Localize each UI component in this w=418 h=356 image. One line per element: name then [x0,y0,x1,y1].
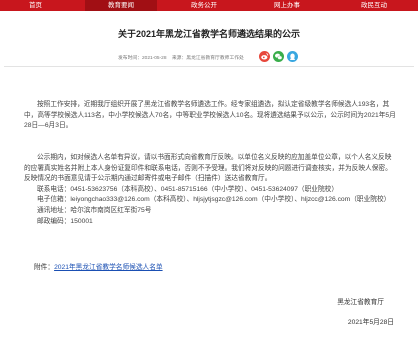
title-divider [4,66,414,67]
paragraph-intro: 按照工作安排，近期我厅组织开展了黑龙江省教学名师遴选工作。经专家组遴选，拟认定省… [24,101,396,130]
article-source: 来源：黑龙江省教育厅教师工作处 [171,56,244,61]
contact-address: 通讯地址：哈尔滨市南岗区红军街75号 [37,206,152,214]
article-meta: 发布时间：2021-05-28 来源：黑龙江省教育厅教师工作处 [0,50,418,64]
nav-item-public-interaction[interactable]: 政民互动 [334,0,414,11]
attachment-link[interactable]: 2021年黑龙江省教学名师候选人名单 [54,264,163,271]
attachment: 附件：2021年黑龙江省教学名师候选人名单 [34,261,163,271]
paragraph-objection: 公示期内，如对候选人名单有异议，请以书面形式向省教育厅反映。以单位名义反映的应加… [24,153,396,227]
attachment-prefix: 附件： [34,264,55,271]
top-nav: 首页 教育要闻 政务公开 网上办事 政民互动 [0,0,418,11]
contact-email: 电子信箱：leiyongchao333@126.com（本科高校）、hljsjy… [37,196,391,204]
signature-organization: 黑龙江省教育厅 [337,299,384,306]
contact-postcode: 邮政编码：150001 [37,217,93,225]
qq-icon[interactable] [287,51,298,62]
weibo-icon[interactable] [259,51,270,62]
publish-date: 发布时间：2021-05-28 [118,56,167,61]
nav-item-home[interactable]: 首页 [4,0,67,11]
nav-item-government-affairs[interactable]: 政务公开 [168,0,240,11]
paragraph-objection-text: 公示期内，如对候选人名单有异议，请以书面形式向省教育厅反映。以单位名义反映的应加… [24,154,392,183]
article-title: 关于2021年黑龙江省教学名师遴选结果的公示 [117,29,301,39]
contact-phone: 联系电话：0451-53623756（本科高校）、0451-85715166（中… [37,185,339,193]
nav-item-online-services[interactable]: 网上办事 [251,0,323,11]
wechat-icon[interactable] [273,51,284,62]
signature-date: 2021年5月28日 [347,319,394,326]
nav-item-education-news[interactable]: 教育要闻 [85,0,157,11]
